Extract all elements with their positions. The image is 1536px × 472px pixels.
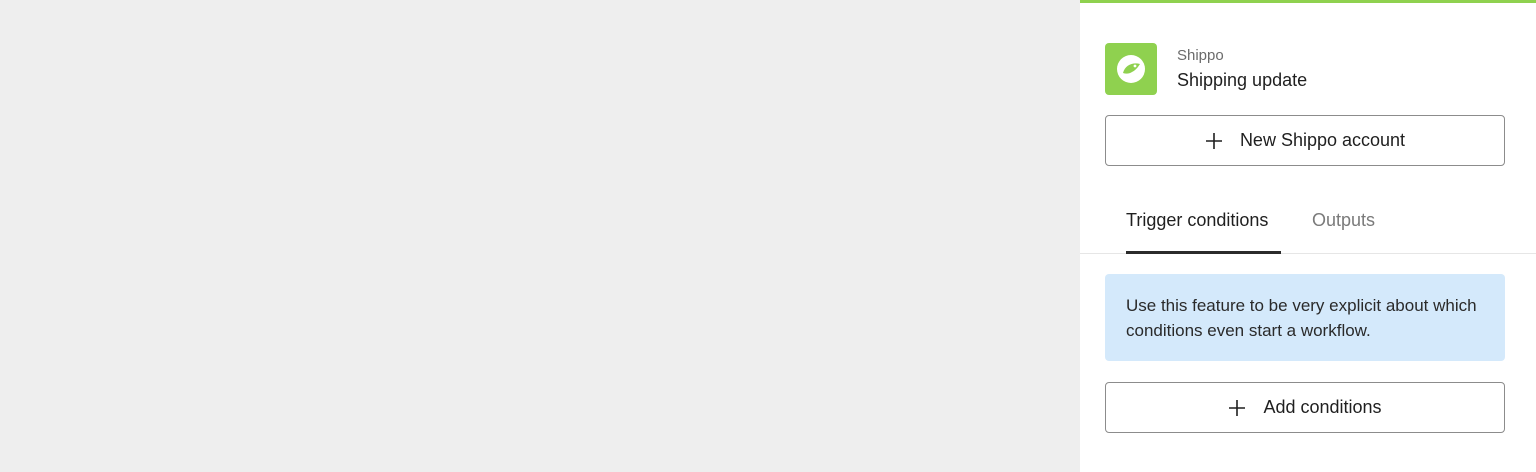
app-header: Shippo Shipping update bbox=[1105, 43, 1307, 95]
new-account-button[interactable]: New Shippo account bbox=[1105, 115, 1505, 166]
shippo-logo-icon bbox=[1105, 43, 1157, 95]
add-conditions-button[interactable]: Add conditions bbox=[1105, 382, 1505, 433]
plus-icon bbox=[1205, 132, 1223, 150]
tab-bar: Trigger conditions Outputs bbox=[1080, 198, 1536, 254]
new-account-label: New Shippo account bbox=[1239, 130, 1406, 150]
info-text: Use this feature to be very explicit abo… bbox=[1126, 296, 1477, 340]
active-tab-indicator bbox=[1126, 251, 1281, 254]
app-name: Shippo bbox=[1177, 46, 1224, 64]
trigger-config-panel: Shippo Shipping update New Shippo accoun… bbox=[1080, 0, 1536, 472]
plus-icon bbox=[1228, 399, 1246, 417]
panel-accent-bar bbox=[1080, 0, 1536, 3]
info-callout: Use this feature to be very explicit abo… bbox=[1105, 274, 1505, 361]
workflow-canvas[interactable] bbox=[0, 0, 1080, 472]
tab-outputs[interactable]: Outputs bbox=[1312, 208, 1375, 232]
add-conditions-label: Add conditions bbox=[1263, 397, 1382, 417]
tab-trigger-conditions[interactable]: Trigger conditions bbox=[1126, 208, 1268, 232]
trigger-name: Shipping update bbox=[1177, 69, 1308, 90]
